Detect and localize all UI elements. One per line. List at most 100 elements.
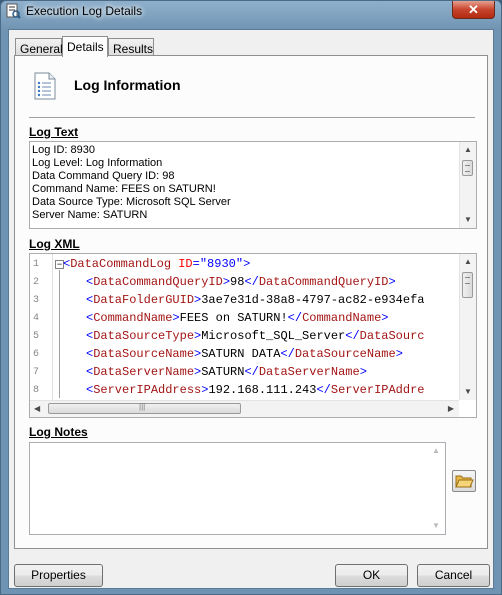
log-text-line: Log ID: 8930 (32, 144, 95, 156)
details-panel: Log Information Log Text Log ID: 8930 Lo… (14, 55, 488, 549)
folder-icon (455, 475, 474, 488)
scroll-thumb[interactable] (462, 272, 473, 298)
xml-attribute-name: ID (178, 257, 193, 271)
scroll-up-arrow-icon[interactable]: ▲ (464, 146, 472, 154)
xml-bracket: > (388, 275, 396, 289)
scroll-down-arrow-icon[interactable]: ▼ (432, 522, 440, 530)
xml-bracket: > (172, 311, 180, 325)
xml-tag-name: DataSourceType (93, 329, 195, 343)
xml-bracket: > (395, 347, 403, 361)
xml-text: SATURN (201, 365, 245, 379)
scroll-down-arrow-icon[interactable]: ▼ (464, 216, 472, 224)
line-number: 7 (33, 367, 40, 378)
tab-details[interactable]: Details (62, 36, 108, 57)
xml-bracket: </ (287, 311, 303, 325)
tab-results[interactable]: Results (108, 38, 154, 56)
line-number: 1 (33, 259, 40, 270)
line-number: 4 (33, 313, 40, 324)
line-number: 5 (33, 331, 40, 342)
xml-bracket: > (359, 365, 367, 379)
horizontal-scroll-thumb[interactable]: ||| (48, 402, 241, 414)
dialog-window: Execution Log Details ✕ General Details … (0, 0, 502, 595)
xml-text: 192.168.111.243 (208, 383, 317, 397)
xml-bracket: > (222, 275, 231, 289)
fold-guide-line (59, 270, 60, 398)
scroll-up-arrow-icon[interactable]: ▲ (432, 447, 440, 455)
scroll-up-arrow-icon[interactable]: ▲ (464, 258, 472, 266)
xml-text: 98 (230, 275, 245, 289)
line-number: 3 (33, 295, 40, 306)
log-text-scrollbar[interactable]: ▲ ▼ (459, 142, 476, 228)
log-text-area[interactable]: Log ID: 8930 Log Level: Log Information … (29, 141, 477, 229)
xml-tag-name: ServerIPAddress (93, 383, 202, 397)
open-folder-button[interactable] (452, 470, 476, 492)
xml-bracket: > (243, 257, 251, 271)
log-xml-label: Log XML (29, 237, 80, 251)
xml-text: FEES on SATURN! (179, 311, 288, 325)
xml-bracket: </ (244, 365, 259, 379)
window-title: Execution Log Details (26, 4, 143, 18)
xml-line: <DataSourceType>Microsoft_SQL_Server</Da… (86, 329, 424, 343)
xml-line: <CommandName>FEES on SATURN!</CommandNam… (86, 311, 388, 325)
line-number: 8 (33, 385, 40, 396)
xml-text: Microsoft_SQL_Server (201, 329, 346, 343)
xml-tag-name: CommandName (93, 311, 173, 325)
xml-bracket: </ (345, 329, 360, 343)
xml-line: <DataFolderGUID>3ae7e31d-38a8-4797-ac82-… (86, 293, 424, 307)
log-text-line: Data Source Type: Microsoft SQL Server (32, 196, 231, 208)
log-notes-textarea[interactable]: ▲ ▼ (29, 442, 446, 535)
xml-tag-name: DataCommandLog (70, 257, 172, 271)
close-button[interactable]: ✕ (452, 1, 495, 19)
xml-tag-name: DataCommandQueryID (258, 275, 389, 289)
log-text-content: Log ID: 8930 Log Level: Log Information … (30, 142, 476, 222)
xml-line: <DataSourceName>SATURN DATA</DataSourceN… (86, 347, 403, 361)
log-xml-editor[interactable]: 1 2 3 4 5 6 7 8 9 − <DataCommandLog ID="… (29, 253, 477, 418)
xml-tag-name: DataServerName (93, 365, 195, 379)
document-list-icon (34, 72, 56, 100)
xml-tag-name: ServerIPAddre (330, 383, 425, 397)
ok-button[interactable]: OK (335, 564, 408, 587)
log-text-label: Log Text (29, 125, 79, 139)
log-text-line: Log Level: Log Information (32, 157, 163, 169)
tab-general[interactable]: General (15, 38, 63, 56)
log-text-line: Server Name: SATURN (32, 209, 148, 221)
scroll-grip-icon: ||| (139, 402, 146, 411)
properties-button[interactable]: Properties (14, 564, 103, 587)
xml-attribute-value: "8930" (199, 257, 244, 271)
log-xml-vscrollbar[interactable]: ▲ ▼ (459, 254, 476, 400)
line-number: 2 (33, 277, 40, 288)
log-notes-label: Log Notes (29, 425, 88, 439)
xml-bracket: </ (244, 275, 259, 289)
scroll-right-arrow-icon[interactable]: ▶ (448, 405, 454, 413)
dialog-client: General Details Results Log Information … (8, 29, 494, 589)
title-bar[interactable]: Execution Log Details ✕ (1, 1, 501, 21)
log-notes-scrollbar[interactable]: ▲ ▼ (428, 443, 445, 534)
xml-line: <ServerIPAddress>192.168.111.243</Server… (86, 383, 425, 397)
scroll-left-arrow-icon[interactable]: ◀ (34, 405, 40, 413)
xml-text: 3ae7e31d-38a8-4797-ac82-e934efa (201, 293, 425, 307)
header-divider (29, 117, 475, 119)
xml-tag-name: DataSourceName (93, 347, 195, 361)
xml-bracket: </ (316, 383, 331, 397)
cancel-button[interactable]: Cancel (417, 564, 490, 587)
xml-line: <DataCommandLog ID="8930"> (63, 257, 250, 271)
xml-bracket: > (381, 311, 389, 325)
log-text-line: Command Name: FEES on SATURN! (32, 183, 216, 195)
xml-tag-name: DataSourceName (294, 347, 396, 361)
xml-tag-name: DataServerName (258, 365, 360, 379)
xml-tag-name: DataCommandQueryID (93, 275, 223, 289)
xml-tag-name: DataFolderGUID (93, 293, 195, 307)
xml-tag-name: DataSourc (359, 329, 425, 343)
line-number-gutter: 1 2 3 4 5 6 7 8 9 (30, 254, 53, 414)
log-xml-hscrollbar[interactable]: ◀ ||| ▶ (30, 400, 459, 417)
log-text-line: Data Command Query ID: 98 (32, 170, 175, 182)
xml-tag-name: CommandName (302, 311, 382, 325)
xml-text: SATURN DATA (201, 347, 281, 361)
scroll-down-arrow-icon[interactable]: ▼ (464, 388, 472, 396)
scroll-thumb[interactable] (462, 160, 473, 176)
xml-bracket: </ (280, 347, 295, 361)
xml-equals: = (192, 257, 200, 271)
page-title: Log Information (74, 77, 181, 93)
line-number: 6 (33, 349, 40, 360)
xml-line: <DataCommandQueryID>98</DataCommandQuery… (86, 275, 396, 289)
